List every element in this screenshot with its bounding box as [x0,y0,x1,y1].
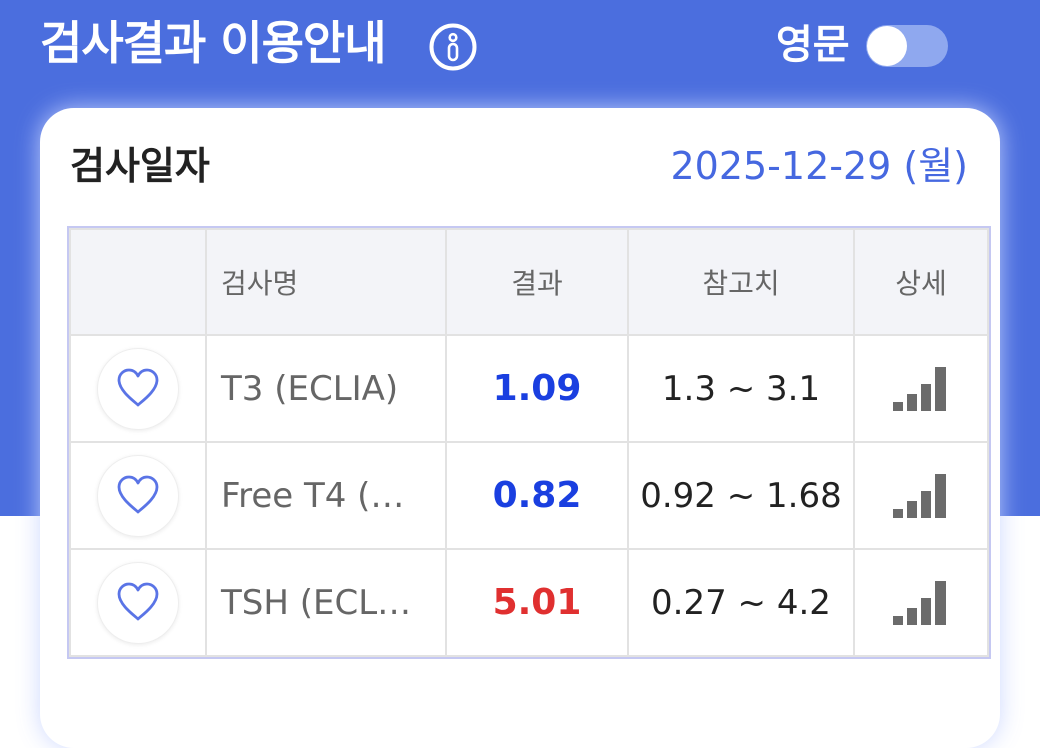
signal-bars-icon[interactable] [891,365,951,413]
table-row: Free T4 (… 0.82 0.92 ~ 1.68 [69,441,989,550]
reference-range: 0.92 ~ 1.68 [627,441,855,550]
detail-cell [853,441,989,550]
test-name: Free T4 (… [205,441,447,550]
english-toggle-label: 영문 [776,22,850,68]
column-header-reference: 참고치 [627,228,855,336]
signal-bars-icon[interactable] [891,579,951,627]
table-row: T3 (ECLIA) 1.09 1.3 ~ 3.1 [69,334,989,443]
favorite-button[interactable] [97,561,179,644]
favorite-cell [69,548,207,657]
column-header-result: 결과 [445,228,629,336]
column-header-favorite [69,228,207,336]
reference-range: 0.27 ~ 4.2 [627,548,855,657]
heart-icon [117,368,159,406]
column-header-detail: 상세 [853,228,989,336]
signal-bars-icon[interactable] [891,472,951,520]
test-result: 5.01 [445,548,629,657]
favorite-cell [69,334,207,443]
result-card: 검사일자 2025-12-29 (월) 검사명 결과 참고치 상세 T3 (EC… [40,108,1000,748]
favorite-cell [69,441,207,550]
reference-range: 1.3 ~ 3.1 [627,334,855,443]
column-header-test-name: 검사명 [205,228,447,336]
result-table: 검사명 결과 참고치 상세 T3 (ECLIA) 1.09 1.3 ~ 3.1 [67,226,991,659]
detail-cell [853,548,989,657]
favorite-button[interactable] [97,347,179,430]
test-name: T3 (ECLIA) [205,334,447,443]
heart-icon [117,475,159,513]
table-header-row: 검사명 결과 참고치 상세 [69,228,989,336]
test-result: 1.09 [445,334,629,443]
info-circle-icon[interactable] [428,22,478,72]
table-row: TSH (ECL… 5.01 0.27 ~ 4.2 [69,548,989,657]
english-toggle[interactable] [866,25,948,67]
test-name: TSH (ECL… [205,548,447,657]
favorite-button[interactable] [97,454,179,537]
test-result: 0.82 [445,441,629,550]
toggle-knob [867,26,907,66]
page-title: 검사결과 이용안내 [40,16,387,70]
heart-icon [117,582,159,620]
test-date-label: 검사일자 [70,144,210,188]
test-date-value: 2025-12-29 (월) [670,144,968,188]
detail-cell [853,334,989,443]
